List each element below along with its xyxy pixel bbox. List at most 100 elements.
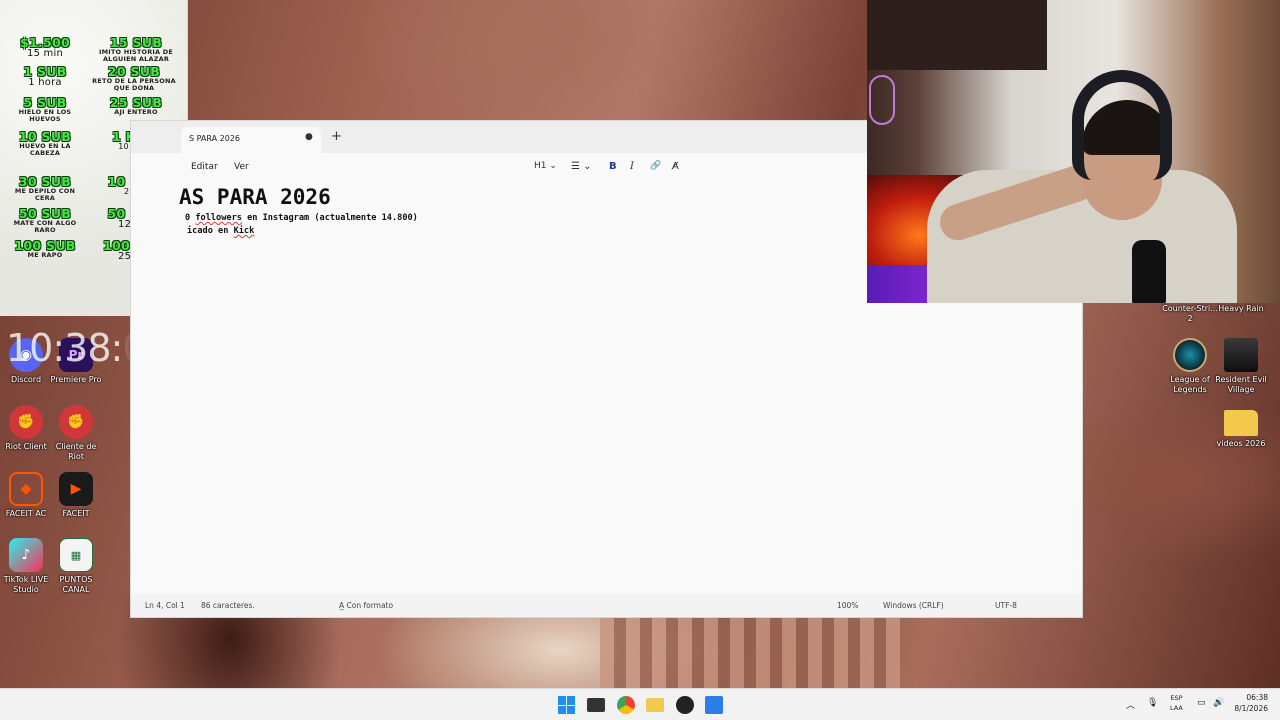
desktop-icon-label: FACEIT (62, 509, 90, 518)
line-1-prefix: 0 (185, 213, 196, 223)
tab-title: S PARA 2026 (189, 134, 241, 143)
folder-icon (1224, 410, 1258, 436)
goal-desc: RETO DE LA PERSONA QUE DONA (92, 77, 176, 92)
desktop-icon-cliente-de-riot[interactable]: ✊ Cliente de Riot (50, 405, 102, 461)
zoom-level[interactable]: 100% (837, 601, 858, 610)
network-icon[interactable]: ▭ (1197, 698, 1206, 708)
terminal-icon[interactable] (587, 698, 605, 712)
language-indicator[interactable]: ESP LAA (1170, 694, 1183, 714)
microphone-icon (1132, 240, 1166, 303)
riot-icon: ✊ (9, 405, 43, 439)
desktop-icon-label: FACEIT AC (5, 509, 47, 518)
neon-sign (869, 75, 895, 125)
goal-item: 50 SUB MATE CON ALGO RARO (6, 207, 84, 234)
webcam-overlay (867, 0, 1280, 303)
chrome-icon[interactable] (617, 696, 635, 714)
goal-desc: MATE CON ALGO RARO (13, 219, 77, 234)
desktop-icon-puntos-canal[interactable]: ▦ PUNTOS CANAL (50, 538, 102, 594)
list-dropdown[interactable]: ☰ ⌄ (571, 161, 592, 172)
spellcheck-word: followers (195, 213, 242, 223)
desktop-icon-label: PUNTOS CANAL (59, 575, 93, 594)
heading-dropdown[interactable]: H1 ⌄ (534, 161, 557, 171)
tiktok-icon: ♪ (9, 538, 43, 572)
goal-desc: HUEVO EN LA CABEZA (19, 142, 71, 157)
desktop-icon-label: TikTok LIVE Studio (3, 575, 49, 594)
goal-desc: ME DEPILO CON CERA (14, 187, 76, 202)
language-bottom: LAA (1170, 703, 1183, 712)
desktop-icon-faceit[interactable]: ▶ FACEIT (50, 472, 102, 519)
file-explorer-icon[interactable] (646, 698, 664, 712)
taskbar-date: 8/1/2026 (1234, 703, 1268, 713)
goal-item: 20 SUB RETO DE LA PERSONA QUE DONA (84, 65, 184, 92)
desktop-icon-videos-2026[interactable]: videos 2026 (1211, 406, 1271, 449)
goal-item: 100 SUB ME RAPO (6, 239, 84, 259)
list-icon: ☰ (571, 161, 580, 172)
headphones-icon (1072, 70, 1172, 180)
taskbar-time: 06:38 (1246, 693, 1268, 702)
faceit-icon: ▶ (59, 472, 93, 506)
unsaved-dot-icon[interactable]: ● (305, 132, 313, 142)
goal-item: 10 SUB HUEVO EN LA CABEZA (6, 130, 84, 157)
wallpaper-treasury-columns (600, 618, 900, 688)
webcam-shelf (867, 0, 1047, 70)
notepad-statusbar: Ln 4, Col 1 86 caracteres. A̲ Con format… (131, 593, 1082, 617)
goal-desc: IMITO HISTORIA DE ALGUIEN ALAZAR (99, 48, 173, 63)
obs-icon[interactable] (676, 696, 694, 714)
line-endings[interactable]: Windows (CRLF) (883, 601, 944, 610)
new-tab-button[interactable]: + (331, 129, 342, 144)
microphone-tray-icon[interactable]: 🎙 (1147, 698, 1158, 708)
desktop-icon-resident-evil-village[interactable]: Resident Evil Village (1211, 338, 1271, 394)
chevron-down-icon: ⌄ (583, 161, 592, 172)
chevron-up-icon[interactable]: ︿ (1126, 698, 1135, 711)
desktop-icon-riot-client[interactable]: ✊ Riot Client (0, 405, 52, 452)
faceit-ac-icon: ◆ (9, 472, 43, 506)
cursor-position: Ln 4, Col 1 (145, 601, 185, 610)
riot-icon: ✊ (59, 405, 93, 439)
windows-start-icon[interactable] (558, 696, 576, 714)
notepad-icon[interactable] (705, 696, 723, 714)
format-icon: A̲ (339, 601, 347, 610)
menu-edit[interactable]: Editar (191, 162, 218, 172)
clear-formatting-button[interactable]: A̸ (672, 161, 679, 172)
format-toggle[interactable]: A̲ Con formato (339, 601, 393, 610)
goal-item: 15 SUB IMITO HISTORIA DE ALGUIEN ALAZAR (88, 36, 184, 63)
spellcheck-word: Kick (233, 226, 255, 236)
menu-view[interactable]: Ver (234, 162, 249, 172)
chevron-down-icon: ⌄ (549, 161, 557, 171)
bold-button[interactable]: B (609, 161, 617, 172)
spreadsheet-icon: ▦ (59, 538, 93, 572)
clock-main: 10:38: (6, 326, 123, 370)
line-2-prefix: icado en (187, 226, 234, 236)
desktop-icon-label: Heavy Rain (1218, 304, 1264, 313)
language-top: ESP (1170, 694, 1183, 702)
desktop-icon-label: Discord (10, 375, 42, 384)
desktop-icon-label: Premiere Pro (50, 375, 102, 384)
line-1-rest: en Instagram (actualmente 14.800) (241, 213, 418, 223)
desktop-icon-tiktok-live-studio[interactable]: ♪ TikTok LIVE Studio (0, 538, 52, 594)
re-village-icon (1224, 338, 1258, 372)
taskbar-clock[interactable]: 06:38 8/1/2026 (1234, 693, 1268, 715)
goal-item: 30 SUB ME DEPILO CON CERA (6, 175, 84, 202)
goal-desc: 15 min (27, 48, 63, 60)
taskbar: ︿ 🎙 ESP LAA ▭ 🔊 06:38 8/1/2026 (0, 688, 1280, 720)
desktop-icon-label: videos 2026 (1216, 439, 1266, 448)
char-count: 86 caracteres. (201, 601, 255, 610)
notepad-tab[interactable]: S PARA 2026 ● (181, 127, 321, 153)
desktop-icon-faceit-ac[interactable]: ◆ FACEIT AC (0, 472, 52, 519)
link-button[interactable]: 🔗 (650, 161, 661, 171)
goal-item: $1.500 15 min (10, 36, 80, 60)
document-heading: AS PARA 2026 (179, 185, 331, 209)
document-line-2: icado en Kick (187, 226, 254, 236)
volume-icon[interactable]: 🔊 (1213, 698, 1224, 708)
italic-button[interactable]: I (630, 161, 634, 172)
goal-item: 5 SUB HIELO EN LOS HUEVOS (6, 96, 84, 123)
goal-desc: ME RAPO (27, 251, 63, 260)
lol-icon (1173, 338, 1207, 372)
desktop-icon-label: Resident Evil Village (1215, 375, 1267, 394)
goal-item: 1 SUB 1 hora (10, 65, 80, 89)
desktop-icon-heavy-rain[interactable]: Heavy Rain (1211, 304, 1271, 314)
document-line-1: 0 followers en Instagram (actualmente 14… (185, 213, 418, 223)
encoding[interactable]: UTF-8 (995, 601, 1017, 610)
goal-desc: 1 hora (28, 77, 62, 89)
format-label: Con formato (346, 601, 394, 610)
